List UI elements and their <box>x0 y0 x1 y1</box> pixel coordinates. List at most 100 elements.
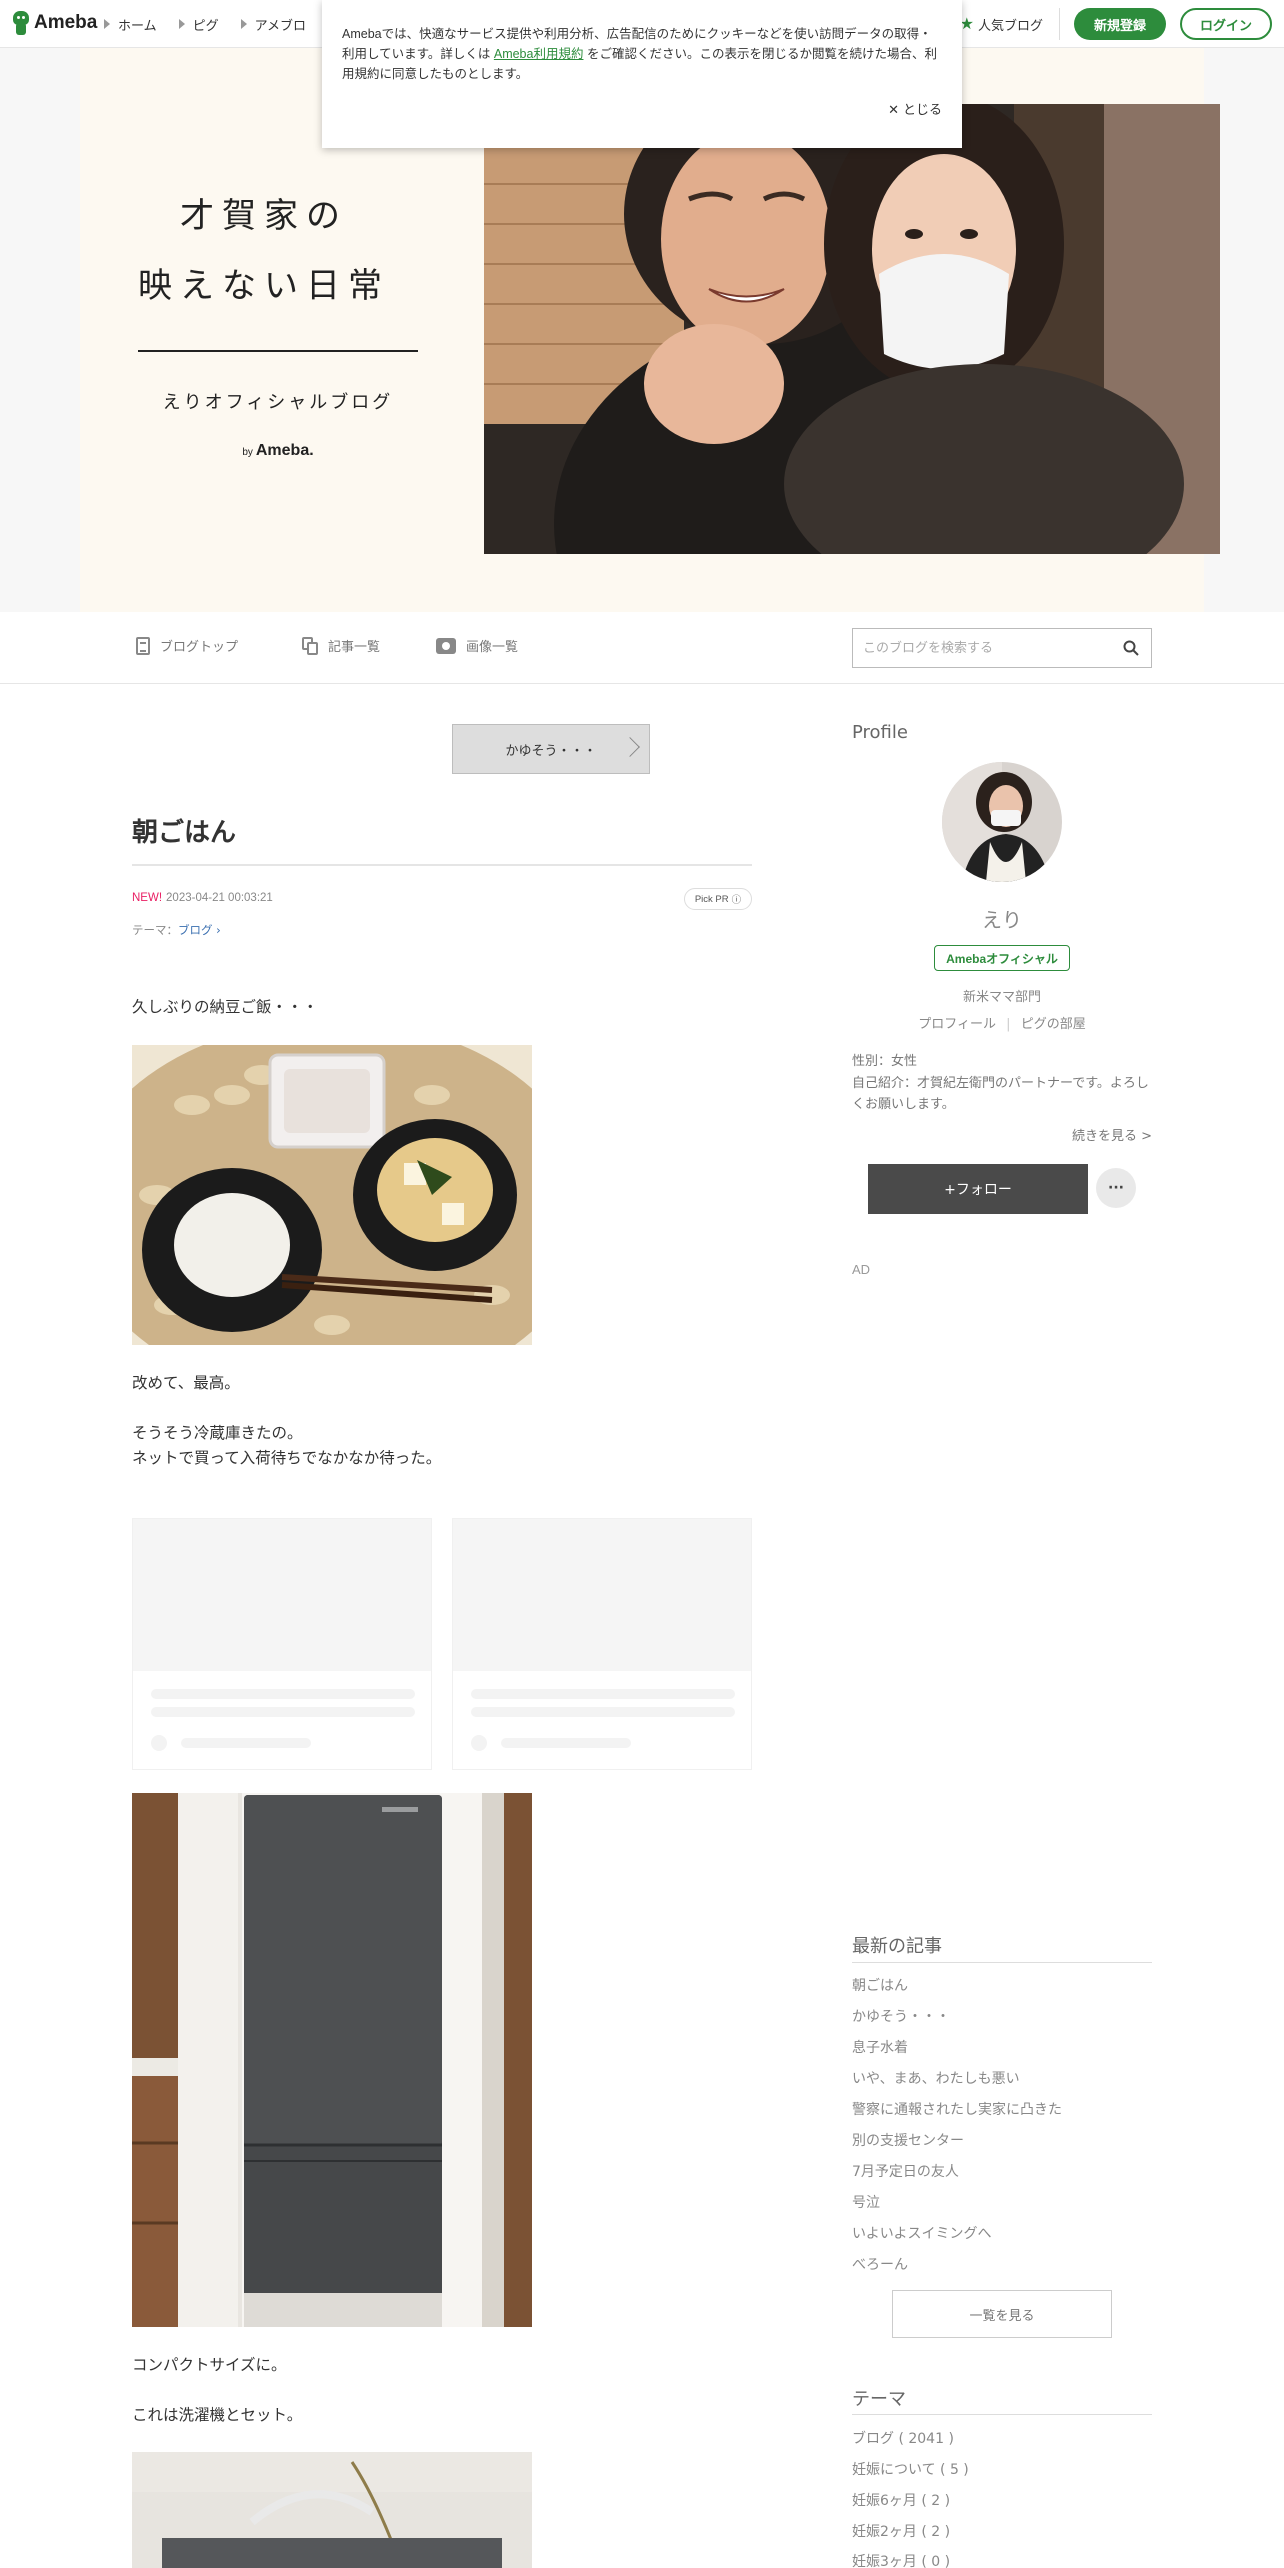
recent-post-link[interactable]: いや、まあ、わたしも悪い <box>852 2068 1020 2088</box>
themes-divider <box>852 2414 1152 2415</box>
image-list-link[interactable]: 画像一覧 <box>436 636 518 655</box>
search-icon[interactable] <box>1123 640 1139 656</box>
recent-post-link[interactable]: いよいよスイミングへ <box>852 2223 991 2243</box>
info-icon: ⓘ <box>731 895 742 906</box>
by-ameba-logo: by Ameba. <box>138 442 418 460</box>
article-list-link[interactable]: 記事一覧 <box>302 636 380 655</box>
recent-post-link[interactable]: 7月予定日の友人 <box>852 2161 959 2181</box>
blog-search <box>852 628 1152 668</box>
theme-link[interactable]: 妊娠6ヶ月 ( 2 ) <box>852 2490 950 2510</box>
nav-pigg[interactable]: ピグ <box>178 15 219 34</box>
more-options-icon[interactable]: ··· <box>1096 1168 1136 1208</box>
ad-label: AD <box>852 1262 871 1277</box>
product-card-placeholder[interactable] <box>452 1518 752 1770</box>
recent-post-link[interactable]: かゆそう・・・ <box>852 2006 950 2026</box>
ameba-wordmark: Ameba. <box>255 442 314 459</box>
refrigerator-photo[interactable] <box>132 1793 532 2327</box>
nav-home-label: ホーム <box>118 17 157 33</box>
article-paragraph: コンパクトサイズに。 <box>132 2356 287 2374</box>
profile-gender: 性別：女性 <box>852 1054 918 1069</box>
cookie-close-label: とじる <box>902 102 942 117</box>
document-icon <box>136 636 150 655</box>
profile-link[interactable]: プロフィール <box>918 1017 996 1032</box>
recent-post-link[interactable]: べろーん <box>852 2254 908 2274</box>
theme-link[interactable]: ブログ <box>178 923 213 937</box>
article-paragraph: 改めて、最高。 <box>132 1374 240 1392</box>
pick-pr-button[interactable]: Pick PR ⓘ <box>684 888 752 910</box>
follow-button[interactable]: +フォロー <box>868 1164 1088 1214</box>
blog-subnav: ブログトップ 記事一覧 画像一覧 <box>0 612 1284 684</box>
card-image-placeholder <box>453 1519 751 1671</box>
profile-avatar[interactable] <box>942 762 1062 882</box>
header-couple-photo <box>484 104 1220 554</box>
recent-post-link[interactable]: 号泣 <box>852 2192 880 2212</box>
profile-name[interactable]: えり <box>852 904 1152 933</box>
article-paragraph: そうそう冷蔵庫きたの。 <box>132 1424 303 1442</box>
article-meta: NEW! 2023-04-21 00:03:21 <box>132 892 273 904</box>
blog-top-link[interactable]: ブログトップ <box>136 636 238 655</box>
blog-title-line1: 才賀家の <box>180 196 348 236</box>
theme-label: テーマ： <box>132 923 178 937</box>
theme-link[interactable]: 妊娠3ヶ月 ( 0 ) <box>852 2551 950 2568</box>
recent-post-link[interactable]: 朝ごはん <box>852 1975 908 1995</box>
profile-category: 新米ママ部門 <box>962 990 1041 1005</box>
pigg-room-link[interactable]: ピグの部屋 <box>1021 1017 1086 1032</box>
login-button[interactable]: ログイン <box>1180 8 1272 40</box>
image-list-label: 画像一覧 <box>466 640 519 655</box>
skeleton-line <box>181 1738 311 1748</box>
article-paragraph: 久しぶりの納豆ご飯・・・ <box>132 998 319 1016</box>
official-badge: Amebaオフィシャル <box>934 945 1070 971</box>
product-card-placeholder[interactable] <box>132 1518 432 1770</box>
triangle-right-icon <box>240 19 247 29</box>
chevron-right-icon: › <box>212 923 221 937</box>
logo-text: Ameba <box>34 12 98 33</box>
nav-home[interactable]: ホーム <box>104 15 157 34</box>
theme-link[interactable]: 妊娠について ( 5 ) <box>852 2459 969 2479</box>
article-theme: テーマ：ブログ › <box>132 922 221 938</box>
nav-pigg-label: ピグ <box>192 17 219 33</box>
read-more-link[interactable]: 続きを見る > <box>852 1126 1152 1147</box>
ameba-logo[interactable]: Ameba <box>12 11 97 35</box>
signup-button[interactable]: 新規登録 <box>1074 8 1166 40</box>
cookie-notice: Amebaでは、快適なサービス提供や利用分析、広告配信のためにクッキーなどを使い… <box>322 0 962 148</box>
skeleton-avatar <box>471 1735 487 1751</box>
link-separator: | <box>1006 1017 1011 1032</box>
search-input[interactable] <box>863 629 1113 667</box>
recent-post-link[interactable]: 警察に通報されたし実家に凸きた <box>852 2099 1062 2119</box>
by-label: by <box>242 447 253 458</box>
ameba-mascot-icon <box>12 11 30 35</box>
washing-machine-photo[interactable] <box>132 2452 532 2568</box>
recent-posts-heading: 最新の記事 <box>852 1936 942 1957</box>
theme-link[interactable]: 妊娠2ヶ月 ( 2 ) <box>852 2521 950 2541</box>
article-title[interactable]: 朝ごはん <box>132 812 236 849</box>
nav-ameblo-label: アメブロ <box>254 17 306 33</box>
recent-post-link[interactable]: 息子水着 <box>852 2037 908 2057</box>
blog-title-line2: 映えない日常 <box>138 266 390 306</box>
themes-heading: テーマ <box>852 2389 906 2410</box>
profile-links: プロフィール | ピグの部屋 <box>852 1013 1152 1032</box>
skeleton-avatar <box>151 1735 167 1751</box>
theme-link[interactable]: ブログ ( 2041 ) <box>852 2428 954 2448</box>
triangle-right-icon <box>104 19 110 29</box>
recent-post-link[interactable]: 別の支援センター <box>852 2130 964 2150</box>
prev-post-button[interactable]: かゆそう・・・ <box>452 724 650 774</box>
prev-post-label: かゆそう・・・ <box>505 743 597 759</box>
article-date: 2023-04-21 00:03:21 <box>166 892 273 904</box>
skeleton-line <box>151 1707 415 1717</box>
cookie-close-button[interactable]: ✕ とじる <box>888 100 942 120</box>
global-nav: ホーム ピグ アメブロ <box>104 0 306 48</box>
breakfast-photo[interactable] <box>132 1045 532 1345</box>
skeleton-line <box>501 1738 631 1748</box>
header-actions: ★ 人気ブログ 新規登録 ログイン <box>960 8 1272 40</box>
new-badge: NEW! <box>132 892 163 904</box>
popular-blogs-link[interactable]: ★ 人気ブログ <box>960 8 1060 40</box>
terms-link[interactable]: Ameba利用規約 <box>494 47 584 61</box>
skeleton-line <box>471 1689 735 1699</box>
title-divider <box>132 864 752 866</box>
camera-icon <box>436 637 456 654</box>
triangle-right-icon <box>178 19 185 29</box>
card-image-placeholder <box>133 1519 431 1671</box>
nav-ameblo[interactable]: アメブロ <box>240 15 306 34</box>
popular-blogs-label: 人気ブログ <box>977 17 1043 33</box>
view-all-button[interactable]: 一覧を見る <box>892 2290 1112 2338</box>
